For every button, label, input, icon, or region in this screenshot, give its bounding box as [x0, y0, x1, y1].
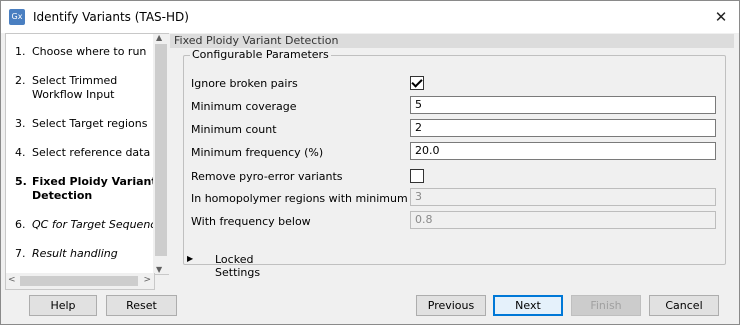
group-title: Configurable Parameters — [190, 48, 331, 61]
homopolymer-min-length-label: In homopolymer regions with minimum leng… — [191, 192, 447, 205]
finish-button: Finish — [571, 295, 641, 316]
ignore-broken-pairs-label: Ignore broken pairs — [191, 77, 298, 90]
frequency-below-label: With frequency below — [191, 215, 311, 228]
step-label: Select Target regions — [32, 117, 148, 130]
close-icon[interactable]: ✕ — [711, 7, 731, 27]
minimum-coverage-input[interactable]: 5 — [410, 96, 716, 114]
locked-settings-label: Locked Settings — [215, 253, 261, 279]
remove-pyro-error-label: Remove pyro-error variants — [191, 170, 343, 183]
minimum-count-label: Minimum count — [191, 123, 277, 136]
ignore-broken-pairs-checkbox[interactable] — [410, 76, 424, 90]
minimum-frequency-input[interactable]: 20.0 — [410, 142, 716, 160]
scroll-up-icon[interactable]: ▲ — [156, 33, 162, 42]
minimum-count-input[interactable]: 2 — [410, 119, 716, 137]
minimum-frequency-label: Minimum frequency (%) — [191, 146, 324, 159]
configurable-parameters-group: Configurable Parameters Ignore broken pa… — [183, 48, 726, 265]
previous-button[interactable]: Previous — [416, 295, 486, 316]
help-button[interactable]: Help — [29, 295, 97, 316]
step-label: QC for Target Sequencing — [32, 218, 154, 231]
steps-horizontal-scrollbar[interactable]: < > — [5, 273, 155, 290]
title-bar: Gx Identify Variants (TAS-HD) ✕ — [1, 1, 739, 33]
scrollbar-thumb[interactable] — [155, 44, 167, 256]
frequency-below-input: 0.8 — [410, 211, 716, 229]
main-panel: Fixed Ploidy Variant Detection Configura… — [170, 33, 734, 288]
scroll-down-icon[interactable]: ▼ — [156, 265, 162, 274]
step-label: Select reference data set — [32, 146, 154, 159]
section-header: Fixed Ploidy Variant Detection — [170, 34, 734, 48]
steps-panel: 1. Choose where to run 2. Select Trimmed… — [5, 33, 155, 275]
step-label: Select Trimmed Workflow Input — [32, 74, 118, 101]
reset-button[interactable]: Reset — [106, 295, 177, 316]
scrollbar-thumb[interactable] — [20, 276, 138, 286]
step-label: Fixed Ploidy Variant Detection — [32, 175, 155, 202]
remove-pyro-error-checkbox[interactable] — [410, 169, 424, 183]
expand-triangle-icon[interactable]: ▶ — [187, 254, 193, 263]
scroll-left-icon[interactable]: < — [8, 275, 16, 285]
homopolymer-min-length-input: 3 — [410, 188, 716, 206]
app-icon: Gx — [9, 9, 25, 25]
step-label: Result handling — [32, 247, 118, 260]
minimum-coverage-label: Minimum coverage — [191, 100, 297, 113]
steps-vertical-scrollbar[interactable]: ▲ ▼ — [153, 33, 169, 275]
step-label: Choose where to run — [32, 45, 147, 58]
window-title: Identify Variants (TAS-HD) — [33, 10, 189, 24]
cancel-button[interactable]: Cancel — [649, 295, 719, 316]
next-button[interactable]: Next — [493, 295, 563, 316]
scroll-right-icon[interactable]: > — [143, 275, 151, 285]
